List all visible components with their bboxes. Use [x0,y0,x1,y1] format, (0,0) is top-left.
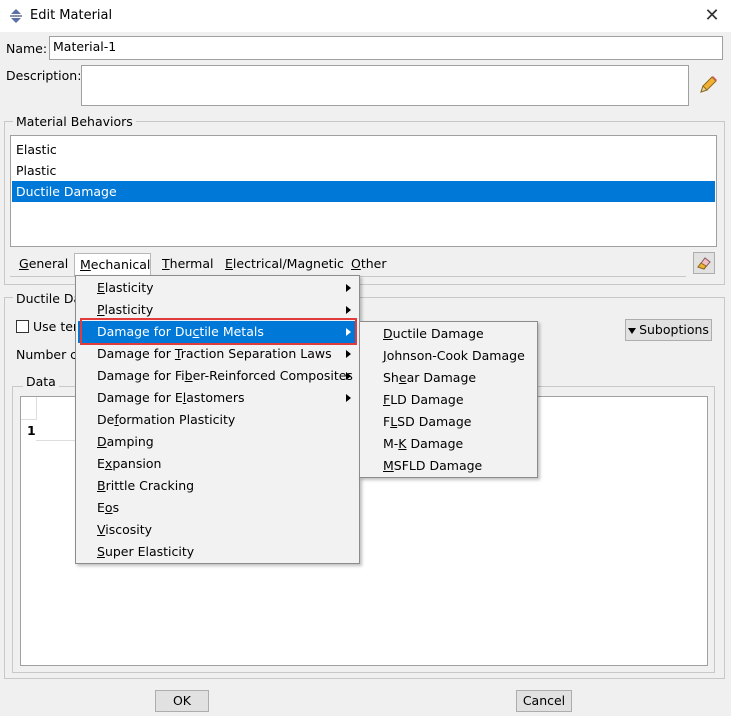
use-temperature-checkbox[interactable] [16,320,29,333]
description-label: Description: [6,68,82,83]
submenu-arrow-icon [346,306,351,314]
data-group-title: Data [23,374,59,389]
submenu-arrow-icon [346,350,351,358]
behavior-item-plastic[interactable]: Plastic [12,160,715,181]
submenu-arrow-icon [346,284,351,292]
menu-item-brittle-cracking[interactable]: Brittle Cracking [78,475,357,497]
submenu-item-ductile-damage[interactable]: Ductile Damage [362,323,535,345]
number-field-label: Number c [16,347,78,362]
submenu-arrow-icon [346,394,351,402]
menu-item-viscosity[interactable]: Viscosity [78,519,357,541]
behaviors-list[interactable]: Elastic Plastic Ductile Damage [10,135,717,247]
close-icon[interactable]: ✕ [700,4,724,28]
behavior-menu-bar: General Mechanical Thermal Electrical/Ma… [10,253,686,277]
behavior-item-elastic[interactable]: Elastic [12,139,715,160]
menu-item-deformation-plasticity[interactable]: Deformation Plasticity [78,409,357,431]
name-label: Name: [6,41,48,56]
menu-item-damage-fiber-composites[interactable]: Damage for Fiber-Reinforced Composites [78,365,357,387]
suboptions-button[interactable]: Suboptions [625,319,712,341]
submenu-item-fld-damage[interactable]: FLD Damage [362,389,535,411]
menu-item-super-elasticity[interactable]: Super Elasticity [78,541,357,563]
ductile-damage-group-title: Ductile Da [13,291,85,306]
submenu-arrow-icon [346,372,351,380]
menu-item-damping[interactable]: Damping [78,431,357,453]
ductile-metals-submenu: Ductile Damage Johnson-Cook Damage Shear… [359,321,538,478]
tab-electrical-magnetic[interactable]: Electrical/Magnetic [220,253,349,277]
menu-item-damage-elastomers[interactable]: Damage for Elastomers [78,387,357,409]
menu-item-damage-traction-separation[interactable]: Damage for Traction Separation Laws [78,343,357,365]
tab-general[interactable]: General [14,253,73,277]
triangle-down-icon [628,327,637,334]
window-title: Edit Material [30,8,113,23]
use-temperature-label: Use ter [33,319,79,334]
menu-item-expansion[interactable]: Expansion [78,453,357,475]
description-input[interactable] [81,65,689,106]
table-row-header: 1 [27,423,36,438]
highlight-callout [80,318,357,345]
menu-item-eos[interactable]: Eos [78,497,357,519]
name-input[interactable]: Material-1 [49,36,723,60]
submenu-item-flsd-damage[interactable]: FLSD Damage [362,411,535,433]
submenu-item-johnson-cook[interactable]: Johnson-Cook Damage [362,345,535,367]
submenu-item-mk-damage[interactable]: M-K Damage [362,433,535,455]
submenu-item-msfld-damage[interactable]: MSFLD Damage [362,455,535,477]
menu-item-elasticity[interactable]: Elasticity [78,277,357,299]
app-icon [8,8,24,24]
table-corner [21,397,37,420]
material-behaviors-title: Material Behaviors [13,114,136,129]
tab-thermal[interactable]: Thermal [157,253,218,277]
tab-mechanical[interactable]: Mechanical [74,253,151,277]
ok-button[interactable]: OK [155,690,209,712]
cancel-button[interactable]: Cancel [516,690,572,712]
submenu-item-shear-damage[interactable]: Shear Damage [362,367,535,389]
behavior-item-ductile-damage[interactable]: Ductile Damage [12,181,715,202]
tab-other[interactable]: Other [346,253,392,277]
pencil-icon[interactable] [697,74,719,96]
eraser-icon[interactable] [693,252,715,274]
